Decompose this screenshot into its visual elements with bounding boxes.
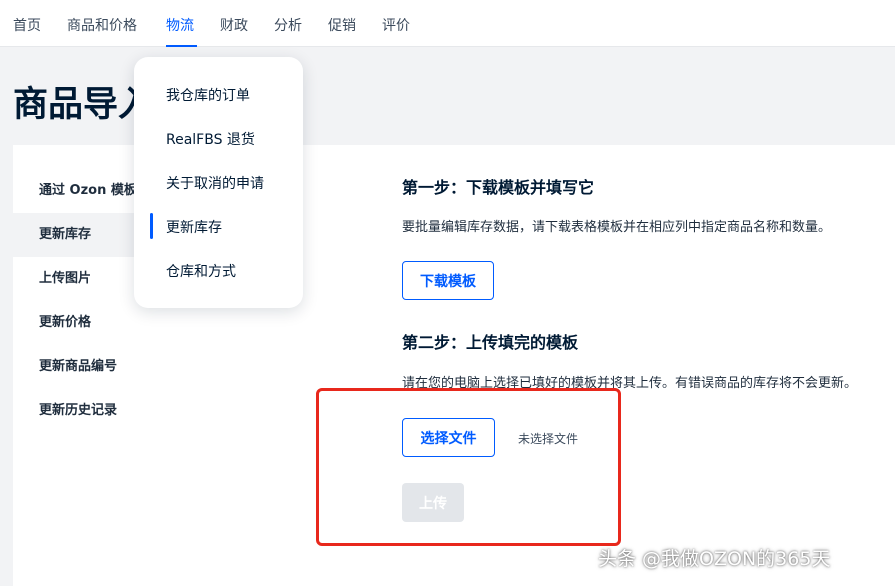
nav-item-logistics[interactable]: 物流 [166,15,194,35]
download-template-button[interactable]: 下载模板 [402,261,494,300]
nav-active-indicator [166,45,197,47]
step2-heading: 第二步：上传填完的模板 [402,333,579,352]
sidebar-item-update-sku[interactable]: 更新商品编号 [13,345,263,389]
step1-description: 要批量编辑库存数据，请下载表格模板并在相应列中指定商品名称和数量。 [402,220,832,235]
dropdown-active-marker [150,213,153,239]
dropdown-item-my-warehouse-orders[interactable]: 我仓库的订单 [166,85,250,105]
watermark: 头条 @我做OZON的365天 [598,548,831,570]
nav-item-analytics[interactable]: 分析 [274,15,302,35]
dropdown-item-cancellation-requests[interactable]: 关于取消的申请 [166,173,264,193]
dropdown-item-realfbs-returns[interactable]: RealFBS 退货 [166,129,255,149]
nav-item-finance[interactable]: 财政 [220,15,248,35]
page-title: 商品导入 [13,85,154,125]
nav-item-home[interactable]: 首页 [13,15,41,35]
top-nav: 首页 商品和价格 物流 财政 分析 促销 评价 [0,0,895,47]
page-root: 首页 商品和价格 物流 财政 分析 促销 评价 商品导入 通过 Ozon 模板 … [0,0,895,586]
annotation-highlight-box [316,388,621,546]
nav-item-promotions[interactable]: 促销 [328,15,356,35]
sidebar-item-update-history[interactable]: 更新历史记录 [13,389,263,433]
logistics-dropdown-menu: 我仓库的订单 RealFBS 退货 关于取消的申请 更新库存 仓库和方式 [134,57,303,308]
dropdown-item-warehouses-methods[interactable]: 仓库和方式 [166,261,236,281]
nav-item-reviews[interactable]: 评价 [382,15,410,35]
dropdown-item-update-stock[interactable]: 更新库存 [166,217,222,237]
nav-item-products[interactable]: 商品和价格 [67,15,137,35]
step1-heading: 第一步：下载模板并填写它 [402,178,595,197]
